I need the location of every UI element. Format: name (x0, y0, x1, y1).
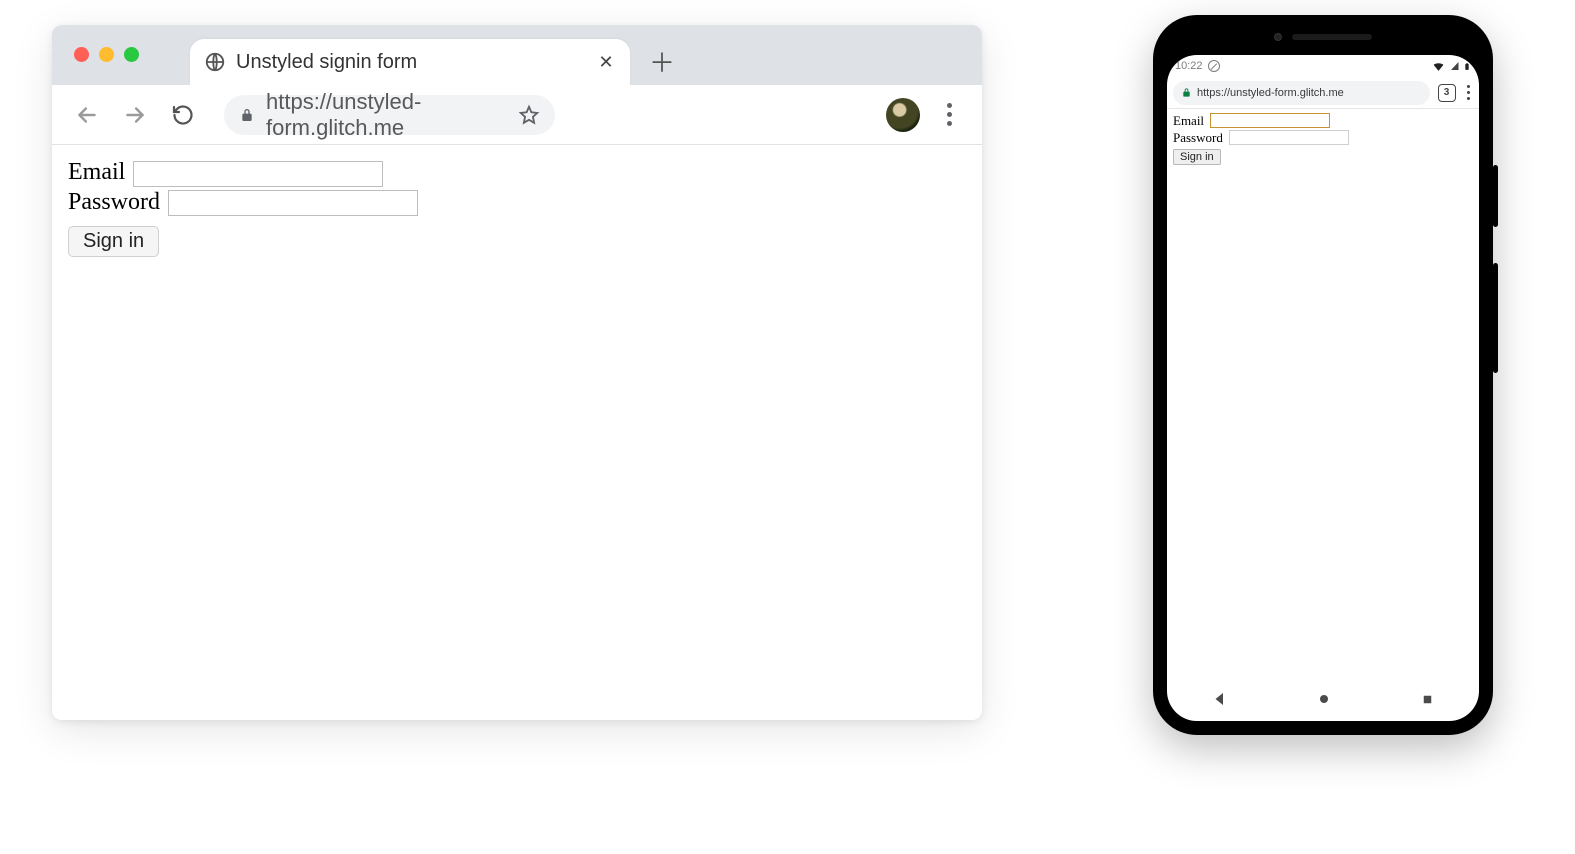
lock-icon (1181, 87, 1192, 98)
toolbar: https://unstyled-form.glitch.me (52, 85, 982, 145)
lock-icon (238, 107, 256, 123)
signal-icon (1448, 60, 1460, 72)
android-status-bar: 10:22 (1167, 55, 1479, 77)
forward-button[interactable] (118, 98, 152, 132)
email-input[interactable] (133, 161, 383, 187)
battery-icon (1463, 60, 1471, 73)
mobile-tabs-button[interactable]: 3 (1438, 84, 1456, 102)
mobile-signin-button[interactable]: Sign in (1173, 149, 1221, 165)
url-text: https://unstyled-form.glitch.me (266, 89, 507, 141)
email-row: Email (68, 159, 966, 187)
profile-avatar[interactable] (886, 98, 920, 132)
mobile-email-label: Email (1173, 113, 1204, 128)
phone-earpiece (1274, 33, 1372, 41)
desktop-browser-window: Unstyled signin form ✕ ＋ https://unstyle… (52, 25, 982, 720)
mobile-email-row: Email (1173, 113, 1473, 129)
browser-menu-button[interactable] (934, 100, 964, 130)
phone-device-frame: 10:22 https://unstyled-form. (1153, 15, 1493, 735)
new-tab-button[interactable]: ＋ (644, 43, 680, 79)
back-button[interactable] (70, 98, 104, 132)
android-nav-bar (1167, 677, 1479, 721)
wifi-icon (1432, 60, 1445, 73)
android-back-icon[interactable] (1211, 690, 1229, 708)
tab-title: Unstyled signin form (236, 51, 596, 74)
mobile-password-label: Password (1173, 130, 1223, 145)
browser-tab[interactable]: Unstyled signin form ✕ (190, 39, 630, 85)
mobile-menu-button[interactable] (1464, 85, 1474, 101)
email-label: Email (68, 159, 125, 185)
status-time: 10:22 (1175, 60, 1203, 72)
signin-button[interactable]: Sign in (68, 226, 159, 257)
reload-button[interactable] (166, 98, 200, 132)
maximize-window-button[interactable] (124, 47, 139, 62)
tabstrip: Unstyled signin form ✕ ＋ (190, 25, 680, 85)
close-window-button[interactable] (74, 47, 89, 62)
mobile-url-text: https://unstyled-form.glitch.me (1197, 87, 1344, 99)
mobile-password-input[interactable] (1229, 130, 1349, 145)
window-controls (74, 47, 139, 62)
minimize-window-button[interactable] (99, 47, 114, 62)
close-tab-icon[interactable]: ✕ (596, 52, 616, 72)
mobile-url-bar: https://unstyled-form.glitch.me 3 (1167, 77, 1479, 109)
android-overview-icon[interactable] (1420, 692, 1435, 707)
titlebar: Unstyled signin form ✕ ＋ (52, 25, 982, 85)
mobile-page-viewport: Email Password Sign in (1167, 109, 1479, 677)
password-input[interactable] (168, 190, 418, 216)
phone-speaker-grill (1292, 34, 1372, 40)
mobile-email-input[interactable] (1210, 113, 1330, 128)
do-not-disturb-icon (1208, 60, 1220, 72)
phone-camera-dot (1274, 33, 1282, 41)
mobile-address-bar[interactable]: https://unstyled-form.glitch.me (1173, 81, 1430, 105)
globe-icon (204, 51, 226, 73)
phone-screen: 10:22 https://unstyled-form. (1167, 55, 1479, 721)
mobile-password-row: Password (1173, 130, 1473, 146)
page-viewport: Email Password Sign in (52, 145, 982, 720)
mobile-tab-count: 3 (1444, 87, 1450, 98)
bookmark-star-icon[interactable] (517, 104, 541, 126)
password-label: Password (68, 189, 160, 215)
password-row: Password (68, 189, 966, 217)
android-home-icon[interactable] (1316, 691, 1332, 707)
address-bar[interactable]: https://unstyled-form.glitch.me (224, 95, 555, 135)
